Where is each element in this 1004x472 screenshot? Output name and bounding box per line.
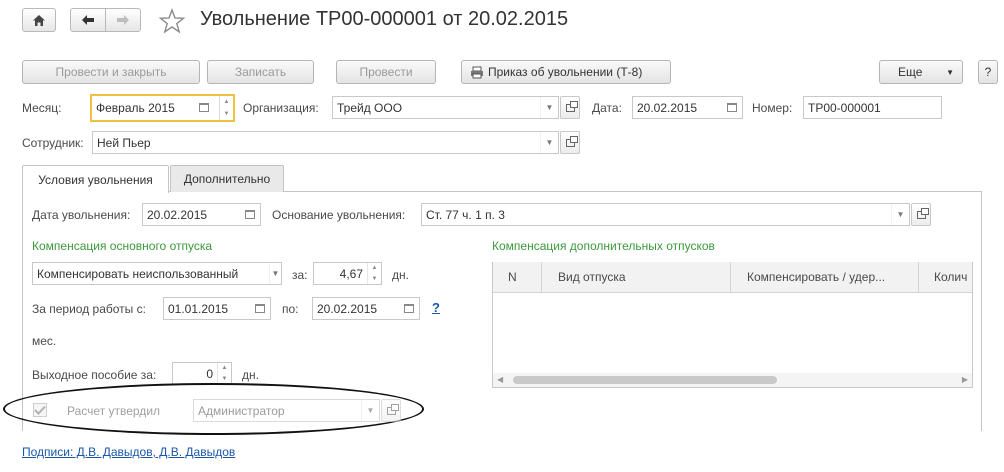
employee-open-button[interactable] <box>560 131 580 154</box>
dismissal-reason-label: Основание увольнения: <box>272 208 406 222</box>
post-and-close-button[interactable]: Провести и закрыть <box>22 60 200 84</box>
dismissal-reason-input[interactable]: Ст. 77 ч. 1 п. 3 ▼ <box>421 203 910 226</box>
calendar-icon[interactable] <box>250 298 270 319</box>
column-header-leave-type[interactable]: Вид отпуска <box>542 262 731 293</box>
tab-additional[interactable]: Дополнительно <box>170 165 284 192</box>
column-header-n[interactable]: N <box>493 262 542 293</box>
days-input[interactable]: 4,67 ▲ ▼ <box>313 262 382 285</box>
severance-unit: дн. <box>242 368 259 382</box>
reason-open-button[interactable] <box>911 203 931 226</box>
scroll-left-icon[interactable]: ◀ <box>497 375 503 384</box>
date-input[interactable]: 20.02.2015 <box>632 96 743 119</box>
month-input[interactable]: Февраль 2015 ▲ ▼ <box>90 94 235 122</box>
severance-input[interactable]: 0 ▲ ▼ <box>172 362 232 385</box>
org-open-button[interactable] <box>560 96 580 119</box>
approval-select[interactable]: Администратор ▼ <box>193 399 380 422</box>
open-icon <box>565 135 578 147</box>
severance-label: Выходное пособие за: <box>32 368 157 382</box>
print-order-label: Приказ об увольнении (Т-8) <box>488 65 643 79</box>
printer-icon <box>471 66 483 78</box>
open-icon <box>386 403 399 415</box>
horizontal-scrollbar[interactable]: ◀ ▶ <box>493 373 972 387</box>
chevron-down-icon[interactable]: ▼ <box>269 263 281 284</box>
approval-label: Расчет утвердил <box>67 404 161 418</box>
signatures-link[interactable]: Подписи: Д.В. Давыдов, Д.В. Давыдов <box>22 445 235 459</box>
main-leave-section-title: Компенсация основного отпуска <box>32 239 213 253</box>
chevron-down-icon: ▼ <box>946 67 954 77</box>
save-button[interactable]: Записать <box>207 60 314 84</box>
period-label: За период работы с: <box>32 302 146 316</box>
approval-open-button[interactable] <box>381 399 401 422</box>
month-spinner[interactable]: ▲ ▼ <box>219 96 233 120</box>
period-to-input[interactable]: 20.02.2015 <box>312 297 420 320</box>
number-label: Номер: <box>752 101 793 115</box>
more-label: Еще <box>898 65 923 79</box>
arrow-right-icon <box>117 15 129 25</box>
severance-spinner[interactable]: ▲ ▼ <box>217 363 231 384</box>
star-icon <box>158 8 186 34</box>
compensation-mode-select[interactable]: Компенсировать неиспользованный ▼ <box>32 262 282 285</box>
period-to-label: по: <box>282 302 299 316</box>
cutoff-comment-row <box>0 466 1004 472</box>
checkmark-icon <box>34 405 46 415</box>
back-button[interactable] <box>70 8 106 32</box>
arrow-left-icon <box>82 15 94 25</box>
days-spinner[interactable]: ▲ ▼ <box>367 263 381 284</box>
print-order-button[interactable]: Приказ об увольнении (Т-8) <box>461 60 671 84</box>
forward-button[interactable] <box>105 8 141 32</box>
calendar-icon[interactable] <box>399 298 419 319</box>
favorite-star-button[interactable] <box>158 7 186 35</box>
tab-dismissal-conditions[interactable]: Условия увольнения <box>22 165 169 193</box>
for-label: за: <box>292 268 308 282</box>
column-header-compensate[interactable]: Компенсировать / удер... <box>731 262 919 293</box>
dismissal-date-input[interactable]: 20.02.2015 <box>142 203 261 226</box>
org-input[interactable]: Трейд ООО ▼ <box>332 96 559 119</box>
number-input[interactable]: ТР00-000001 <box>803 96 942 119</box>
dismissal-date-label: Дата увольнения: <box>32 208 131 222</box>
home-icon <box>33 14 45 26</box>
column-header-quantity[interactable]: Колич <box>919 262 972 293</box>
calendar-icon[interactable] <box>199 103 209 112</box>
scrollbar-thumb[interactable] <box>513 376 777 384</box>
org-label: Организация: <box>243 101 319 115</box>
more-button[interactable]: Еще ▼ <box>879 60 963 84</box>
period-from-input[interactable]: 01.01.2015 <box>163 297 271 320</box>
days-unit: дн. <box>392 268 409 282</box>
period-help-link[interactable]: ? <box>432 300 440 315</box>
page-title: Увольнение ТР00-000001 от 20.02.2015 <box>200 8 569 30</box>
date-label: Дата: <box>592 101 622 115</box>
post-button[interactable]: Провести <box>336 60 436 84</box>
calendar-icon[interactable] <box>722 97 742 118</box>
scroll-right-icon[interactable]: ▶ <box>962 375 968 384</box>
help-button[interactable]: ? <box>978 60 998 84</box>
open-icon <box>916 207 929 219</box>
months-unit: мес. <box>32 334 57 348</box>
home-button[interactable] <box>22 8 56 32</box>
approval-checkbox[interactable] <box>33 403 47 417</box>
open-icon <box>565 100 578 112</box>
chevron-down-icon[interactable]: ▼ <box>540 97 558 118</box>
chevron-down-icon[interactable]: ▼ <box>361 400 379 421</box>
calendar-icon[interactable] <box>240 204 260 225</box>
employee-label: Сотрудник: <box>22 136 84 150</box>
chevron-down-icon[interactable]: ▼ <box>540 132 558 153</box>
extra-leave-section-title: Компенсация дополнительных отпусков <box>492 239 715 253</box>
month-label: Месяц: <box>22 101 62 115</box>
employee-input[interactable]: Ней Пьер ▼ <box>92 131 559 154</box>
chevron-down-icon[interactable]: ▼ <box>891 204 909 225</box>
